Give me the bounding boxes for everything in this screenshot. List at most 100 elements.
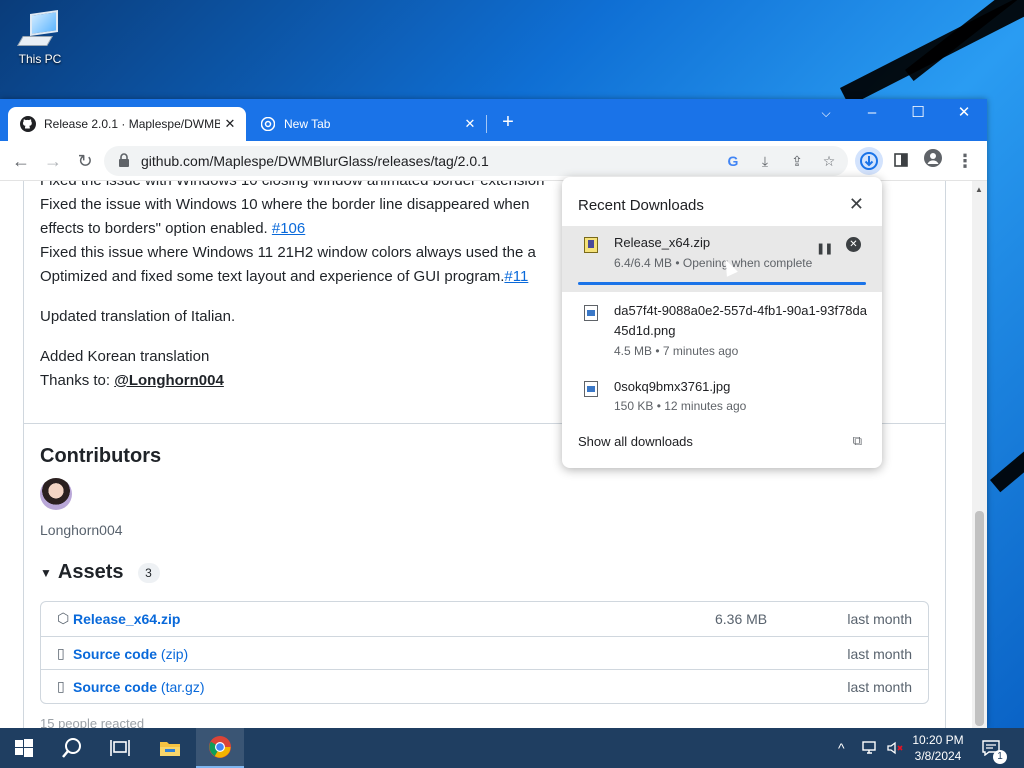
asset-date: last month [847, 611, 912, 627]
download-item[interactable]: Release_x64.zip 6.4/6.4 MB • Opening whe… [562, 226, 882, 292]
pause-icon[interactable]: ❚❚ [816, 242, 833, 255]
release-note-text: Optimized and fixed some text layout and… [40, 268, 505, 285]
release-note-line: Fixed the issue with Windows 10 where th… [40, 196, 530, 213]
contributor-name: Longhorn004 [40, 522, 123, 538]
clock-date: 3/8/2024 [914, 749, 962, 763]
tab-title: New Tab [284, 117, 331, 131]
asset-name: Source code [73, 645, 158, 662]
search-icon [62, 738, 81, 758]
download-filename: 0sokq9bmx3761.jpg [614, 379, 731, 394]
maximize-button[interactable]: ☐ [895, 99, 941, 129]
asset-name: Release_x64.zip [73, 611, 181, 627]
show-all-downloads-link[interactable]: Show all downloads [578, 434, 693, 449]
share-icon[interactable]: ⇪ [786, 150, 808, 172]
file-explorer-button[interactable] [146, 728, 194, 768]
download-progress-fill [578, 282, 866, 285]
asset-name: Source code [73, 679, 158, 695]
download-item[interactable]: 0sokq9bmx3761.jpg 150 KB • 12 minutes ag… [562, 377, 882, 417]
download-progress-bar [578, 282, 866, 285]
user-mention-link[interactable]: @Longhorn004 [114, 372, 224, 389]
assets-count-badge: 3 [137, 562, 160, 583]
scroll-up-arrow-icon[interactable]: ▲ [975, 185, 983, 194]
package-icon: ⬡ [57, 610, 70, 626]
computer-icon [17, 10, 60, 46]
reactions-text: 15 people reacted [40, 716, 145, 728]
this-pc-desktop-icon[interactable]: This PC [14, 8, 66, 66]
start-button[interactable] [0, 728, 48, 768]
asset-row: ⬡ Release_x64.zip 6.36 MB last month [41, 602, 928, 636]
network-icon[interactable] [862, 728, 880, 768]
download-item[interactable]: da57f4t-9088a0e2-557d-4fb1-90a1-93f78da4… [562, 301, 882, 361]
thanks-line: Thanks to: @Longhorn004 [40, 372, 224, 389]
asset-link[interactable]: Source code (tar.gz) [73, 679, 205, 695]
address-bar[interactable]: github.com/Maplespe/DWMBlurGlass/release… [104, 146, 848, 176]
search-button[interactable] [48, 728, 96, 768]
toolbar: ← → ↻ github.com/Maplespe/DWMBlurGlass/r… [0, 141, 987, 181]
caret-down-icon: ▼ [40, 565, 52, 580]
thanks-prefix: Thanks to: [40, 372, 115, 389]
close-icon[interactable]: ✕ [849, 194, 864, 215]
image-file-icon [584, 305, 598, 321]
tab-strip: Release 2.0.1 · Maplespe/DWMBlurGlass ✕ … [0, 99, 987, 141]
menu-kebab-icon[interactable]: ⋮ [952, 148, 978, 174]
asset-size: 6.36 MB [715, 611, 768, 627]
assets-heading: Assets [57, 561, 124, 583]
forward-button[interactable]: → [40, 148, 66, 174]
tab-search-chevron-icon[interactable]: ⌵ [803, 99, 849, 129]
tab-divider [486, 115, 487, 133]
asset-link[interactable]: Release_x64.zip [73, 611, 180, 627]
install-app-icon[interactable]: ⤓ [754, 150, 776, 172]
chrome-taskbar-button[interactable] [196, 728, 244, 768]
folder-icon [160, 742, 180, 756]
github-icon [20, 116, 36, 132]
taskbar: ^ 10:20 PM 3/8/2024 1 [0, 728, 1024, 768]
reload-button[interactable]: ↻ [72, 148, 98, 174]
bookmark-star-icon[interactable]: ☆ [818, 150, 840, 172]
wallpaper-beam [990, 402, 1024, 493]
tab-release[interactable]: Release 2.0.1 · Maplespe/DWMBlurGlass ✕ [8, 107, 246, 141]
release-note-text: effects to borders" option enabled. [40, 220, 272, 237]
download-filename: da57f4t-9088a0e2-557d-4fb1-90a1-93f78da4… [614, 303, 867, 338]
system-clock[interactable]: 10:20 PM 3/8/2024 [906, 732, 970, 764]
asset-link[interactable]: Source code (zip) [73, 646, 188, 662]
close-tab-icon[interactable]: ✕ [460, 116, 480, 132]
downloads-button[interactable] [855, 147, 883, 175]
chrome-icon [209, 736, 231, 758]
minimize-button[interactable]: – [849, 99, 895, 129]
asset-date: last month [847, 679, 912, 695]
contributor-avatar[interactable] [40, 478, 72, 510]
volume-muted-icon[interactable] [886, 728, 904, 768]
asset-format: (tar.gz) [157, 679, 205, 695]
cancel-download-icon[interactable]: ✕ [846, 237, 861, 252]
contributors-heading: Contributors [40, 445, 162, 467]
zip-file-icon: ▯ [57, 644, 65, 661]
tab-new-tab[interactable]: New Tab ✕ [248, 107, 486, 141]
windows-logo-icon [15, 739, 33, 757]
new-tab-button[interactable]: + [497, 112, 519, 134]
assets-list: ⬡ Release_x64.zip 6.36 MB last month ▯ S… [40, 601, 929, 704]
chrome-icon [260, 116, 276, 132]
image-file-icon [584, 381, 598, 397]
close-tab-icon[interactable]: ✕ [220, 116, 240, 132]
open-external-icon[interactable]: ⧉ [853, 433, 862, 449]
download-meta: 4.5 MB • 7 minutes ago [614, 344, 739, 358]
back-button[interactable]: ← [8, 148, 34, 174]
issue-11-link[interactable]: #11 [504, 268, 528, 285]
task-view-button[interactable] [96, 728, 144, 768]
this-pc-label: This PC [18, 52, 62, 66]
zip-file-icon: ▯ [57, 678, 65, 694]
scrollbar-thumb[interactable] [975, 511, 984, 726]
vertical-scrollbar[interactable]: ▲ [972, 181, 987, 728]
action-center-button[interactable]: 1 [982, 728, 1007, 768]
google-icon[interactable]: G [722, 150, 744, 172]
url-text: github.com/Maplespe/DWMBlurGlass/release… [141, 153, 489, 169]
issue-106-link[interactable]: #106 [272, 220, 305, 237]
download-status: 6.4/6.4 MB • Opening when complete [614, 256, 813, 270]
close-window-button[interactable]: ✕ [941, 99, 987, 129]
show-hidden-icons-chevron-icon[interactable]: ^ [838, 728, 845, 768]
assets-toggle[interactable]: ▼ Assets 3 [40, 561, 160, 584]
side-panel-icon[interactable] [888, 148, 914, 174]
profile-avatar-icon[interactable] [920, 148, 946, 174]
asset-row: ▯ Source code (tar.gz) last month [41, 669, 928, 703]
asset-format: (zip) [157, 645, 189, 662]
